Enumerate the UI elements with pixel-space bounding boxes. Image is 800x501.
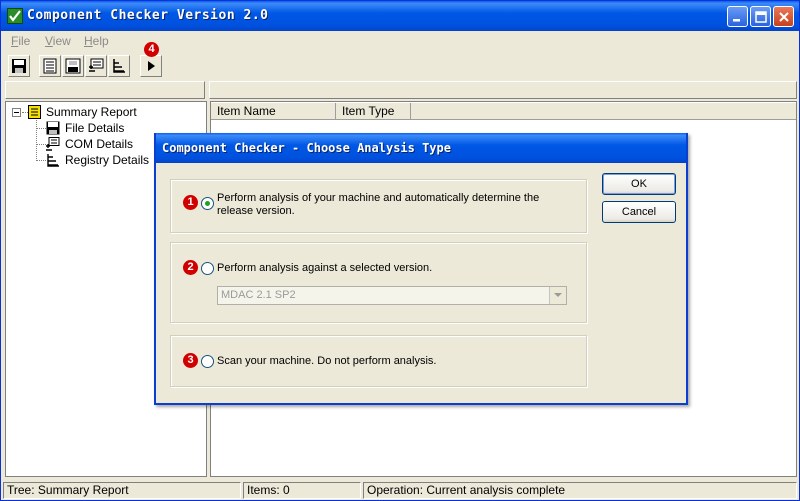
- tree-pane-header: [5, 81, 205, 99]
- analysis-type-dialog: Component Checker - Choose Analysis Type…: [154, 133, 688, 405]
- radio-auto-analysis-label-line2[interactable]: release version.: [217, 205, 295, 218]
- run-analysis-button[interactable]: [140, 55, 162, 77]
- radio-selected-version-label[interactable]: Perform analysis against a selected vers…: [217, 262, 432, 275]
- ok-button[interactable]: OK: [602, 173, 676, 195]
- menu-help[interactable]: Help: [84, 34, 109, 48]
- window-title: Component Checker Version 2.0: [27, 8, 269, 23]
- close-button[interactable]: [773, 6, 794, 27]
- maximize-button[interactable]: [750, 6, 771, 27]
- tree-connector: [36, 144, 46, 145]
- column-header-item-name[interactable]: Item Name: [211, 103, 336, 120]
- callout-badge-1: 1: [183, 195, 198, 210]
- status-operation: Operation: Current analysis complete: [363, 482, 797, 499]
- version-select[interactable]: MDAC 2.1 SP2: [217, 286, 567, 305]
- summary-report-button[interactable]: [39, 55, 61, 77]
- com-details-button[interactable]: [85, 55, 107, 77]
- summary-report-icon: [28, 105, 41, 119]
- column-header-filler: [411, 103, 796, 120]
- save-button[interactable]: [8, 55, 30, 77]
- option-group-scan: 3 Scan your machine. Do not perform anal…: [170, 335, 587, 387]
- report-icon: [43, 58, 57, 74]
- radio-scan-only-label[interactable]: Scan your machine. Do not perform analys…: [217, 355, 437, 368]
- tree-connector: [36, 128, 46, 129]
- status-items: Items: 0: [243, 482, 361, 499]
- floppy-icon: [12, 59, 26, 73]
- menu-view[interactable]: View: [45, 34, 71, 48]
- callout-badge-4: 4: [144, 42, 159, 57]
- radio-selected-version[interactable]: [201, 262, 214, 275]
- column-header-item-type[interactable]: Item Type: [336, 103, 411, 120]
- callout-badge-3: 3: [183, 353, 198, 368]
- tree-item-summary-report[interactable]: Summary Report: [46, 104, 137, 120]
- file-details-icon: [65, 58, 81, 74]
- option-group-selected: 2 Perform analysis against a selected ve…: [170, 242, 587, 323]
- tree-collapse-toggle[interactable]: [12, 108, 21, 117]
- tree-item-registry-details[interactable]: Registry Details: [65, 152, 149, 168]
- status-bar: Tree: Summary Report Items: 0 Operation:…: [1, 480, 799, 500]
- list-pane-header: [209, 81, 797, 99]
- radio-auto-analysis-label-line1[interactable]: Perform analysis of your machine and aut…: [217, 192, 539, 205]
- version-select-value: MDAC 2.1 SP2: [221, 289, 296, 301]
- com-icon: [89, 58, 104, 72]
- app-check-icon: [7, 8, 23, 24]
- menu-file[interactable]: File: [11, 34, 30, 48]
- play-icon: [148, 61, 155, 71]
- tree-item-com-details[interactable]: COM Details: [65, 136, 133, 152]
- dialog-title[interactable]: Component Checker - Choose Analysis Type: [156, 133, 686, 163]
- menu-view-label: iew: [52, 34, 71, 48]
- status-tree: Tree: Summary Report: [3, 482, 241, 499]
- menu-help-label: elp: [92, 34, 109, 48]
- minimize-button[interactable]: [727, 6, 748, 27]
- file-details-button[interactable]: [62, 55, 84, 77]
- radio-scan-only[interactable]: [201, 355, 214, 368]
- toolbar: 4: [1, 42, 799, 79]
- cancel-button[interactable]: Cancel: [602, 201, 676, 223]
- callout-badge-2: 2: [183, 260, 198, 275]
- menu-file-label: ile: [18, 34, 31, 48]
- com-details-icon: [46, 137, 60, 151]
- tree-connector: [36, 120, 37, 161]
- registry-details-button[interactable]: [108, 55, 130, 77]
- menu-bar: File View Help: [1, 31, 799, 51]
- tree-connector: [36, 160, 46, 161]
- registry-details-icon: [46, 153, 60, 167]
- file-details-icon: [46, 121, 60, 135]
- registry-icon: [113, 59, 125, 73]
- tree-item-file-details[interactable]: File Details: [65, 120, 124, 136]
- option-group-auto: 1 Perform analysis of your machine and a…: [170, 179, 587, 233]
- chevron-down-icon[interactable]: [549, 287, 566, 304]
- radio-auto-analysis[interactable]: [201, 197, 214, 210]
- title-bar[interactable]: Component Checker Version 2.0: [1, 1, 799, 31]
